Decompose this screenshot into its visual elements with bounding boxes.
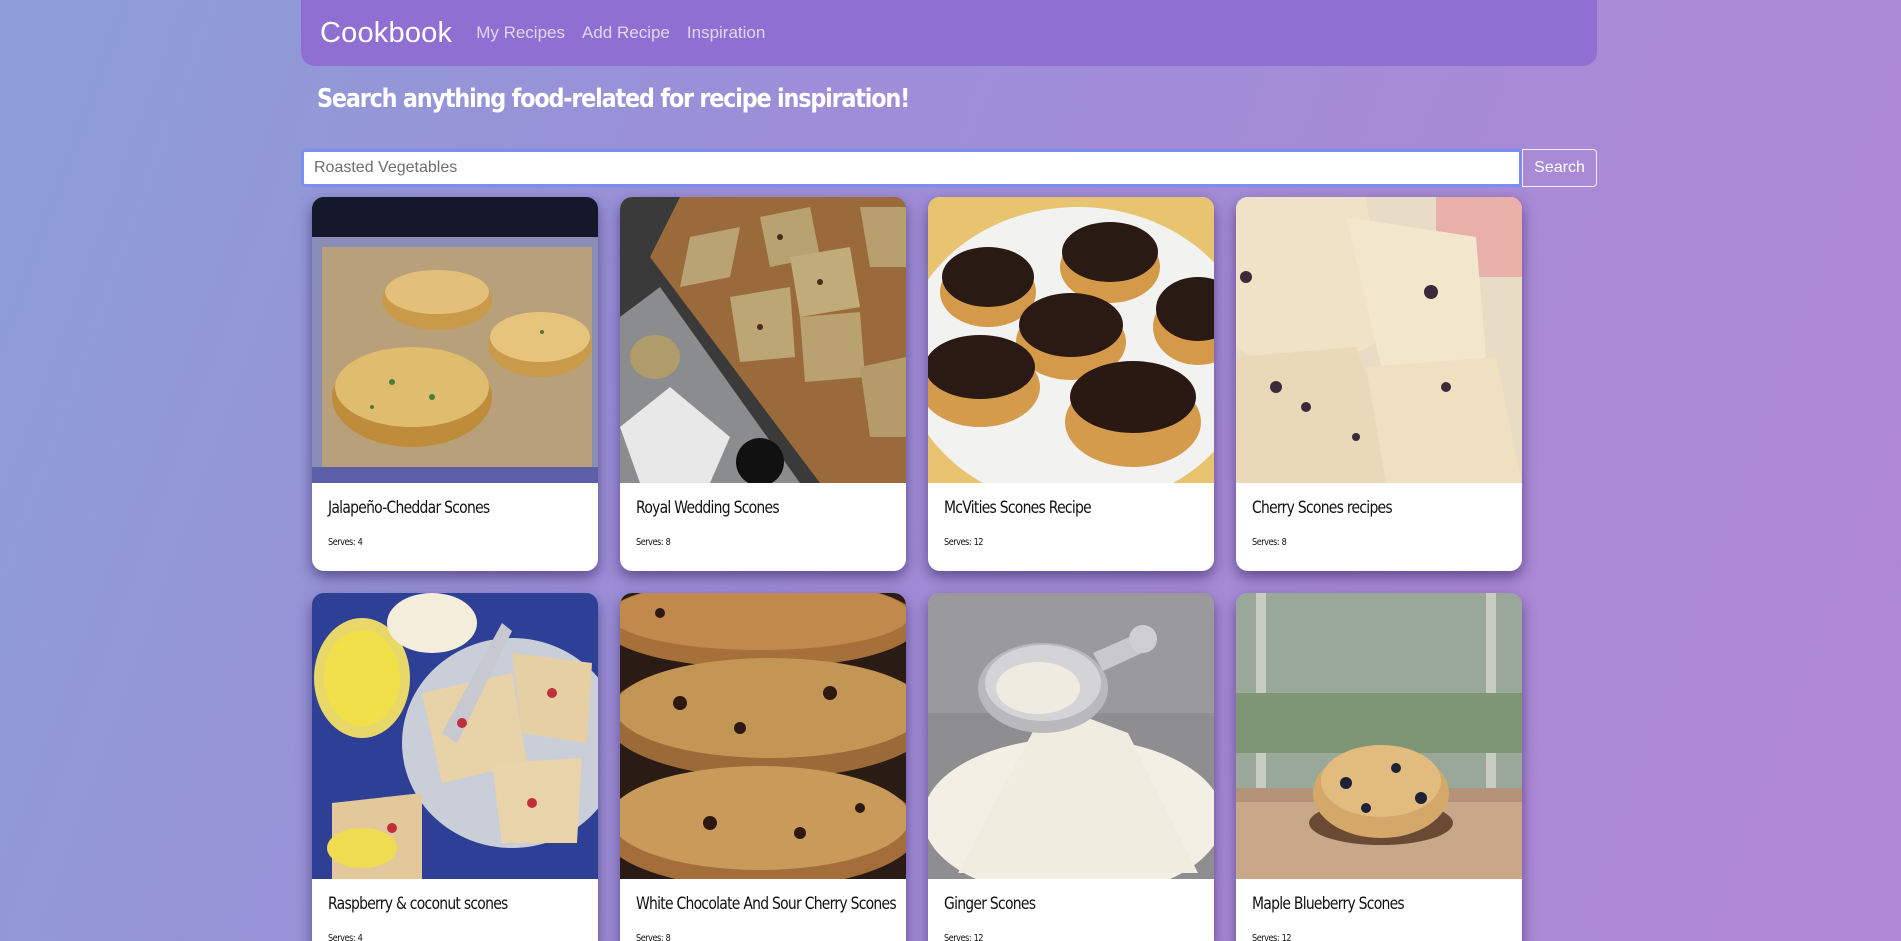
recipe-image: [312, 593, 598, 879]
recipe-title: Raspberry & coconut scones: [328, 894, 508, 914]
serves-label: Serves:: [1252, 537, 1280, 548]
recipe-title: Royal Wedding Scones: [636, 498, 780, 518]
recipe-card[interactable]: Raspberry & coconut scones Serves: 4: [312, 593, 598, 941]
recipe-image: [620, 593, 906, 879]
recipe-image: [928, 593, 1214, 879]
serves-label: Serves:: [1252, 933, 1280, 941]
serves-label: Serves:: [944, 537, 972, 548]
search-button[interactable]: Search: [1522, 149, 1597, 187]
recipe-serves: Serves: 12: [944, 537, 983, 548]
serves-count: 12: [973, 933, 984, 941]
serves-count: 8: [665, 537, 671, 548]
recipe-serves: Serves: 12: [944, 933, 983, 941]
brand-logo[interactable]: Cookbook: [320, 17, 452, 50]
recipe-image: [928, 197, 1214, 483]
recipe-image: [1236, 593, 1522, 879]
page-heading: Search anything food-related for recipe …: [317, 84, 910, 114]
recipe-card[interactable]: Royal Wedding Scones Serves: 8: [620, 197, 906, 571]
recipe-serves: Serves: 4: [328, 537, 363, 548]
recipe-image: [620, 197, 906, 483]
recipe-title: White Chocolate And Sour Cherry Scones: [636, 894, 897, 914]
recipe-image: [312, 197, 598, 483]
recipe-serves: Serves: 8: [636, 933, 671, 941]
recipe-card[interactable]: Maple Blueberry Scones Serves: 12: [1236, 593, 1522, 941]
recipe-title: Ginger Scones: [944, 894, 1036, 914]
recipe-serves: Serves: 8: [636, 537, 671, 548]
serves-label: Serves:: [328, 933, 356, 941]
serves-count: 4: [357, 537, 363, 548]
recipe-card[interactable]: Jalapeño-Cheddar Scones Serves: 4: [312, 197, 598, 571]
recipe-image: [1236, 197, 1522, 483]
recipe-title: Maple Blueberry Scones: [1252, 894, 1405, 914]
recipe-card[interactable]: Cherry Scones recipes Serves: 8: [1236, 197, 1522, 571]
serves-label: Serves:: [328, 537, 356, 548]
serves-label: Serves:: [944, 933, 972, 941]
serves-count: 12: [1281, 933, 1292, 941]
recipe-title: Cherry Scones recipes: [1252, 498, 1393, 518]
search-input[interactable]: [301, 149, 1522, 187]
recipe-card[interactable]: White Chocolate And Sour Cherry Scones S…: [620, 593, 906, 941]
search-bar: Search: [301, 149, 1597, 187]
recipe-title: McVities Scones Recipe: [944, 498, 1092, 518]
nav-link-inspiration[interactable]: Inspiration: [687, 23, 765, 43]
recipe-card[interactable]: Ginger Scones Serves: 12: [928, 593, 1214, 941]
recipe-serves: Serves: 4: [328, 933, 363, 941]
recipe-title: Jalapeño-Cheddar Scones: [328, 498, 490, 518]
serves-count: 4: [357, 933, 363, 941]
recipe-serves: Serves: 12: [1252, 933, 1291, 941]
serves-count: 8: [1281, 537, 1287, 548]
recipe-card[interactable]: McVities Scones Recipe Serves: 12: [928, 197, 1214, 571]
serves-count: 12: [973, 537, 984, 548]
navbar: Cookbook My Recipes Add Recipe Inspirati…: [301, 0, 1597, 66]
serves-label: Serves:: [636, 933, 664, 941]
recipe-serves: Serves: 8: [1252, 537, 1287, 548]
serves-label: Serves:: [636, 537, 664, 548]
serves-count: 8: [665, 933, 671, 941]
nav-link-my-recipes[interactable]: My Recipes: [476, 23, 565, 43]
nav-link-add-recipe[interactable]: Add Recipe: [582, 23, 670, 43]
